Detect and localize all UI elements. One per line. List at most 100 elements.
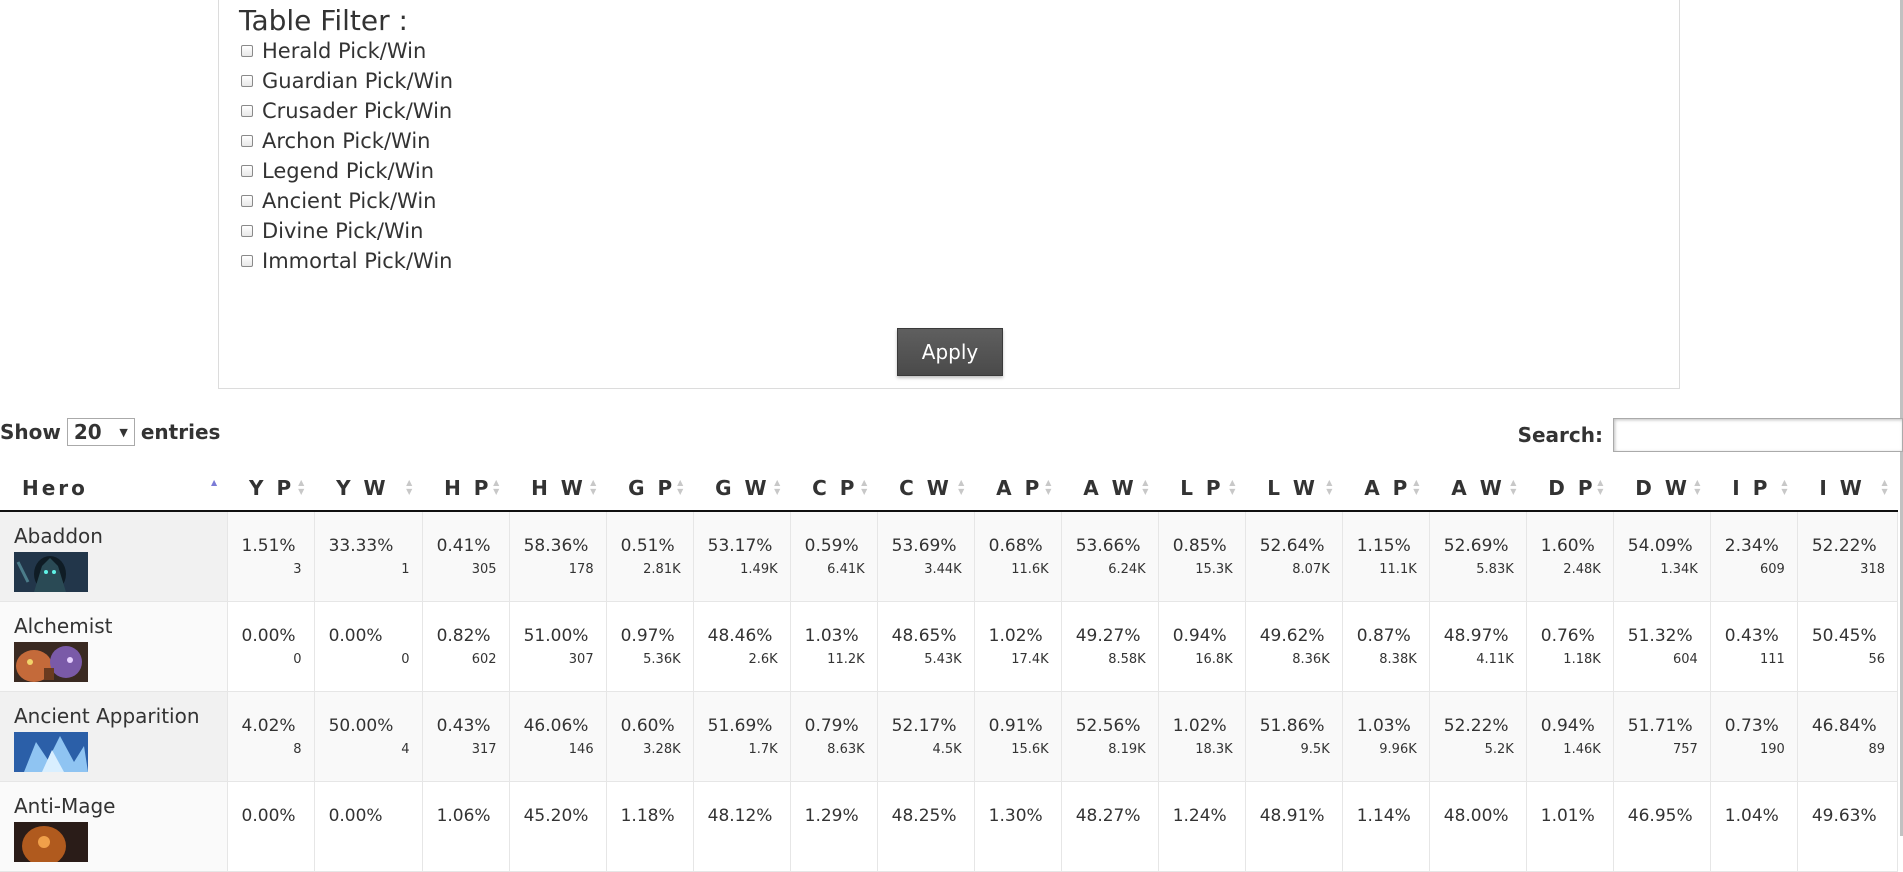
- stat-cell: 52.69% 5.83K: [1429, 511, 1527, 602]
- stat-count: 6.41K: [827, 562, 865, 577]
- stat-percent: 1.24%: [1172, 805, 1227, 826]
- filter-option[interactable]: Crusader Pick/Win: [241, 98, 452, 124]
- column-header[interactable]: G W ▲ ▼: [693, 464, 791, 512]
- stat-cell: 48.12%: [693, 781, 791, 872]
- column-header-hero[interactable]: Hero ▲: [0, 464, 228, 512]
- stat-count: 2.48K: [1563, 562, 1601, 577]
- filter-option[interactable]: Immortal Pick/Win: [241, 248, 452, 274]
- search-input[interactable]: [1613, 418, 1903, 452]
- filter-option[interactable]: Archon Pick/Win: [241, 128, 431, 154]
- stat-cell: 1.06%: [422, 781, 510, 872]
- table-row: Ancient Apparition 4.02% 8 50.00% 4 0.43% 317 4…: [0, 691, 1899, 782]
- column-header[interactable]: I W ▲ ▼: [1797, 464, 1898, 512]
- column-header-label: C P: [812, 476, 858, 500]
- filter-option[interactable]: Ancient Pick/Win: [241, 188, 436, 214]
- filter-option[interactable]: Legend Pick/Win: [241, 158, 434, 184]
- stat-cell: 54.09% 1.34K: [1613, 511, 1711, 602]
- stat-cell: 49.63%: [1797, 781, 1899, 872]
- stat-count: 8.58K: [1108, 651, 1146, 667]
- hero-portrait-image: [14, 821, 88, 866]
- stat-cell: 51.00% 307: [509, 601, 607, 692]
- table-filter-panel: Table Filter : Herald Pick/Win Guardian P…: [218, 0, 1680, 389]
- column-header[interactable]: D W ▲ ▼: [1613, 464, 1711, 512]
- stat-count: 5.43K: [924, 651, 962, 667]
- stat-count: 2.6K: [748, 651, 778, 667]
- stat-percent: 52.64%: [1259, 536, 1325, 556]
- sort-arrows-icon: ▲ ▼: [590, 478, 597, 496]
- stat-percent: 51.32%: [1627, 625, 1693, 646]
- filter-checkbox[interactable]: [241, 195, 253, 207]
- filter-checkbox[interactable]: [241, 105, 253, 117]
- stat-cell: 1.03% 11.2K: [790, 601, 878, 692]
- column-header[interactable]: I P ▲ ▼: [1710, 464, 1798, 512]
- column-header-label: D W: [1635, 476, 1690, 500]
- column-header[interactable]: G P ▲ ▼: [606, 464, 694, 512]
- stat-percent: 0.59%: [804, 536, 859, 556]
- filter-option-label: Immortal Pick/Win: [262, 249, 453, 273]
- column-header[interactable]: H W ▲ ▼: [509, 464, 607, 512]
- column-header[interactable]: Y W ▲ ▼: [314, 464, 423, 512]
- filter-checkbox[interactable]: [241, 165, 253, 177]
- filter-checkbox[interactable]: [241, 135, 253, 147]
- column-header-label: I W: [1819, 476, 1865, 500]
- column-header[interactable]: A P ▲ ▼: [974, 464, 1062, 512]
- stat-count: 1.49K: [740, 562, 778, 577]
- column-header[interactable]: L W ▲ ▼: [1245, 464, 1343, 512]
- stat-cell: 0.79% 8.63K: [790, 691, 878, 782]
- stat-percent: 52.17%: [891, 715, 957, 736]
- column-header[interactable]: A W ▲ ▼: [1061, 464, 1159, 512]
- column-header[interactable]: H P ▲ ▼: [422, 464, 510, 512]
- column-header[interactable]: L P ▲ ▼: [1158, 464, 1246, 512]
- stat-percent: 52.69%: [1443, 536, 1509, 556]
- show-label: Show: [0, 420, 61, 444]
- filter-option-label: Guardian Pick/Win: [262, 69, 453, 93]
- column-header-label: D P: [1548, 476, 1596, 500]
- stat-percent: 1.01%: [1540, 805, 1595, 826]
- sort-arrows-icon: ▲ ▼: [1881, 478, 1888, 496]
- stat-cell: 49.62% 8.36K: [1245, 601, 1343, 692]
- stat-cell: 2.34% 609: [1710, 511, 1798, 602]
- column-header[interactable]: A P ▲ ▼: [1342, 464, 1430, 512]
- column-header-label: Hero: [22, 476, 88, 500]
- filter-checkbox[interactable]: [241, 75, 253, 87]
- filter-option[interactable]: Divine Pick/Win: [241, 218, 423, 244]
- column-header-label: Y P: [249, 476, 295, 500]
- stat-percent: 0.87%: [1356, 625, 1411, 646]
- stat-percent: 48.91%: [1259, 805, 1325, 826]
- filter-checkbox[interactable]: [241, 45, 253, 57]
- stat-count: 1.7K: [748, 741, 778, 757]
- filter-option[interactable]: Guardian Pick/Win: [241, 68, 453, 94]
- stat-cell: 53.66% 6.24K: [1061, 511, 1159, 602]
- column-header-label: G W: [715, 476, 770, 500]
- stat-percent: 0.79%: [804, 715, 859, 736]
- stat-count: 3.28K: [643, 741, 681, 757]
- filter-checkbox[interactable]: [241, 225, 253, 237]
- sort-arrows-icon: ▲ ▼: [1694, 478, 1701, 496]
- hero-portrait-image: [14, 552, 88, 592]
- column-header[interactable]: D P ▲ ▼: [1526, 464, 1614, 512]
- column-header[interactable]: C P ▲ ▼: [790, 464, 878, 512]
- column-header-label: H P: [444, 476, 492, 500]
- sort-arrows-icon: ▲: [211, 478, 218, 487]
- filter-option-label: Herald Pick/Win: [262, 39, 427, 63]
- stat-count: 1.34K: [1660, 562, 1698, 577]
- apply-button[interactable]: Apply: [897, 328, 1003, 376]
- show-entries-control: Show 20 ▼ entries: [0, 418, 220, 446]
- column-header[interactable]: Y P ▲ ▼: [227, 464, 315, 512]
- stat-percent: 1.06%: [436, 805, 491, 826]
- sort-arrows-icon: ▲ ▼: [1045, 478, 1052, 496]
- filter-option[interactable]: Herald Pick/Win: [241, 38, 426, 64]
- search-label: Search:: [1517, 423, 1603, 447]
- stat-percent: 51.71%: [1627, 715, 1693, 736]
- entries-select[interactable]: 20 ▼: [66, 418, 135, 446]
- stat-percent: 0.00%: [328, 805, 383, 826]
- stat-count: 8.38K: [1379, 651, 1417, 667]
- filter-checkbox[interactable]: [241, 255, 253, 267]
- stat-count: 16.8K: [1195, 651, 1233, 667]
- stat-count: 305: [471, 562, 497, 577]
- stat-percent: 49.62%: [1259, 625, 1325, 646]
- column-header[interactable]: C W ▲ ▼: [877, 464, 975, 512]
- column-header[interactable]: A W ▲ ▼: [1429, 464, 1527, 512]
- table-row: Abaddon 1.51% 3 33.33% 1 0.41% 305 58.36% 178 0.5…: [0, 511, 1899, 602]
- filter-option-label: Crusader Pick/Win: [262, 99, 453, 123]
